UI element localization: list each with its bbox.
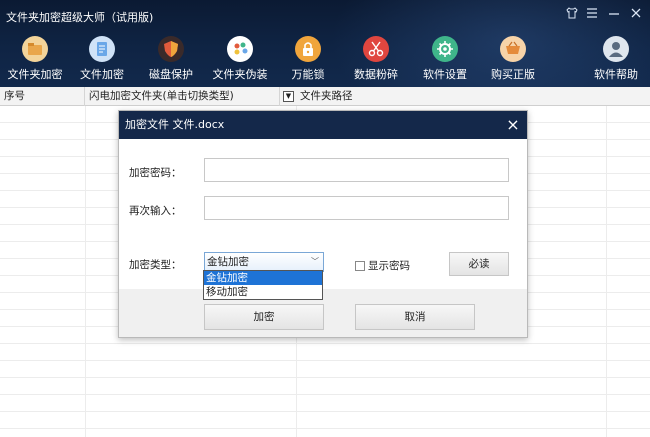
scissors-icon bbox=[363, 36, 389, 62]
toolbar-buy[interactable]: 购买正版 bbox=[478, 36, 548, 82]
table-header: 序号 闪电加密文件夹(单击切换类型) ▼ 文件夹路径 bbox=[0, 87, 650, 106]
toolbar-universal-lock[interactable]: 万能锁 bbox=[273, 36, 343, 82]
toolbar-folder-encrypt[interactable]: 文件夹加密 bbox=[0, 36, 70, 82]
show-password-checkbox[interactable] bbox=[355, 261, 365, 271]
dialog-close-icon[interactable]: × bbox=[505, 111, 521, 139]
password-label: 加密密码： bbox=[129, 167, 182, 179]
document-icon bbox=[89, 36, 115, 62]
show-password-label: 显示密码 bbox=[368, 260, 410, 272]
dialog-footer: 加密 取消 bbox=[119, 289, 527, 337]
cancel-button[interactable]: 取消 bbox=[355, 304, 475, 330]
close-icon[interactable] bbox=[627, 6, 645, 24]
toolbar-file-encrypt[interactable]: 文件加密 bbox=[67, 36, 137, 82]
gear-icon bbox=[432, 36, 458, 62]
lock-icon bbox=[295, 36, 321, 62]
confirm-password-label: 再次输入： bbox=[129, 205, 182, 217]
cart-icon bbox=[500, 36, 526, 62]
dropdown-option-gold[interactable]: 金钻加密 bbox=[204, 271, 322, 285]
password-input[interactable] bbox=[204, 158, 509, 182]
column-header-index[interactable]: 序号 bbox=[0, 87, 85, 106]
shield-icon bbox=[158, 36, 184, 62]
app-title: 文件夹加密超级大师（试用版) bbox=[6, 11, 154, 24]
confirm-password-input[interactable] bbox=[204, 196, 509, 220]
encrypt-type-dropdown: 金钻加密 移动加密 bbox=[203, 270, 323, 300]
skin-icon[interactable] bbox=[563, 6, 581, 24]
encrypt-button[interactable]: 加密 bbox=[204, 304, 324, 330]
toolbar-folder-disguise[interactable]: 文件夹伪装 bbox=[205, 36, 275, 82]
top-bar: 文件夹加密超级大师（试用版) 文件夹加密 文件加密 磁盘保护 文件夹伪装 万能锁… bbox=[0, 0, 650, 87]
toolbar-disk-protect[interactable]: 磁盘保护 bbox=[136, 36, 206, 82]
toolbar-help[interactable]: 软件帮助 bbox=[581, 36, 650, 82]
minimize-icon[interactable] bbox=[605, 6, 623, 24]
encrypt-type-label: 加密类型： bbox=[129, 259, 182, 271]
dialog-body: 加密密码： 再次输入： 加密类型： 金钻加密 ﹀ 显示密码 必读 bbox=[119, 139, 527, 289]
app-window: 文件夹加密超级大师（试用版) 文件夹加密 文件加密 磁盘保护 文件夹伪装 万能锁… bbox=[0, 0, 650, 437]
dropdown-toggle-icon[interactable]: ▼ bbox=[283, 91, 294, 102]
column-header-encrypted-folder[interactable]: 闪电加密文件夹(单击切换类型) bbox=[85, 87, 280, 106]
must-read-button[interactable]: 必读 bbox=[449, 252, 509, 276]
encrypt-file-dialog: 加密文件 文件.docx × 加密密码： 再次输入： 加密类型： 金钻加密 ﹀ … bbox=[118, 110, 528, 338]
user-icon bbox=[603, 36, 629, 62]
toolbar-settings[interactable]: 软件设置 bbox=[410, 36, 480, 82]
column-divider bbox=[606, 106, 607, 437]
chevron-down-icon: ﹀ bbox=[311, 257, 319, 266]
toolbar-data-shred[interactable]: 数据粉碎 bbox=[341, 36, 411, 82]
column-header-folder-path[interactable]: 文件夹路径 bbox=[296, 87, 650, 106]
encrypt-type-select[interactable]: 金钻加密 ﹀ bbox=[204, 252, 324, 272]
palette-icon bbox=[227, 36, 253, 62]
folder-icon bbox=[22, 36, 48, 62]
dialog-title-bar: 加密文件 文件.docx × bbox=[119, 111, 527, 139]
menu-icon[interactable] bbox=[583, 6, 601, 24]
encrypt-type-value: 金钻加密 bbox=[207, 256, 249, 268]
dialog-title: 加密文件 文件.docx bbox=[125, 118, 225, 131]
column-divider bbox=[85, 106, 86, 437]
dropdown-option-mobile[interactable]: 移动加密 bbox=[204, 285, 322, 299]
